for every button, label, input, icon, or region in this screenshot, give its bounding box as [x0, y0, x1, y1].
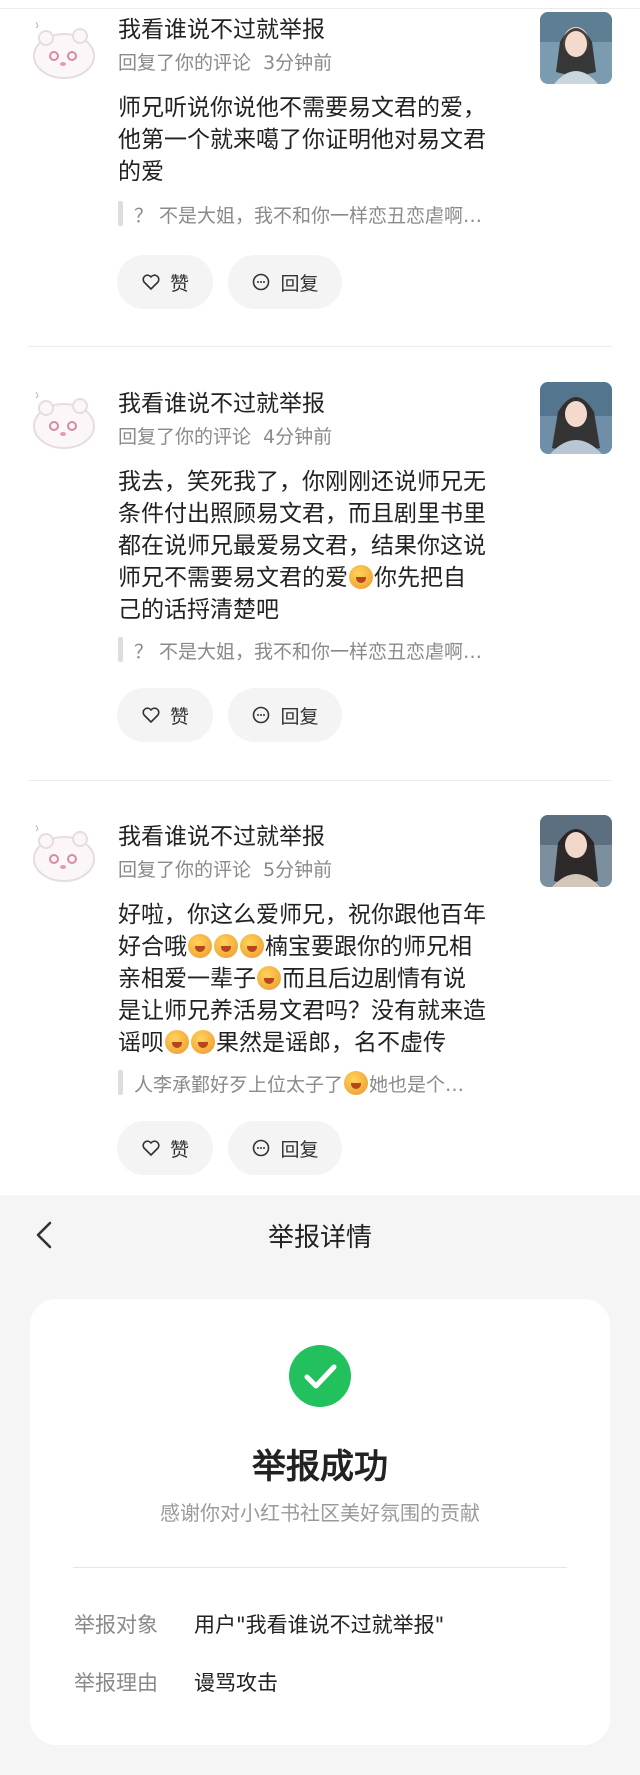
notification-action: 回复了你的评论: [118, 426, 252, 448]
divider: [28, 780, 612, 781]
reply-label: 回复: [280, 705, 319, 728]
reply-line: 条件付出照顾易文君，而且剧里书里: [118, 501, 486, 527]
reply-line: 好合哦 楠宝要跟你的师兄相: [118, 931, 518, 963]
reply-line: 的爱: [118, 159, 164, 185]
text-segment: 好合哦: [118, 934, 187, 960]
quoted-comment[interactable]: 人李承鄞好歹上位太子了 她也是个…: [118, 1067, 518, 1097]
chat-bubble-icon: [253, 706, 270, 724]
text-segment: 师兄不需要易文君的爱: [118, 565, 348, 591]
notification-time: 5分钟前: [263, 859, 333, 881]
laughing-emoji-icon: [214, 934, 238, 958]
report-reason-value: 谩骂攻击: [194, 1671, 278, 1695]
post-thumbnail[interactable]: [540, 12, 612, 84]
text-segment: 果然是谣郎，名不虚传: [216, 1030, 446, 1056]
notification-action: 回复了你的评论: [118, 52, 252, 74]
quoted-comment-text: ？ 不是大姐，我不和你一样恋丑恋虐啊…: [134, 205, 483, 227]
notification-feed: 我看谁说不过就举报 回复了你的评论 3分钟前 师兄听说你说他不需要易文君的爱， 他…: [0, 0, 640, 1195]
quote-bar: [118, 1070, 123, 1095]
laughing-emoji-icon: [191, 1030, 215, 1054]
reply-button[interactable]: 回复: [228, 255, 342, 309]
heart-outline-icon: [142, 707, 160, 723]
report-detail-panel: 举报详情 举报成功 感谢你对小红书社区美好氛围的贡献 举报对象 用户"我看谁说不…: [0, 1195, 640, 1775]
laughing-emoji-icon: [349, 565, 373, 589]
like-label: 赞: [169, 1138, 189, 1161]
text-segment: 你先把自: [374, 565, 466, 591]
reply-line: 谣呗 果然是谣郎，名不虚传: [118, 1027, 518, 1059]
text-segment: 而且后边剧情有说: [282, 966, 466, 992]
quoted-comment-text: ？ 不是大姐，我不和你一样恋丑恋虐啊…: [134, 641, 483, 663]
notification-action: 回复了你的评论: [118, 859, 252, 881]
notification-reply-text: 我去，笑死我了，你刚刚还说师兄无 条件付出照顾易文君，而且剧里书里 都在说师兄最…: [118, 466, 518, 626]
quote-bar: [118, 637, 123, 662]
laughing-emoji-icon: [344, 1071, 369, 1095]
reply-line: 己的话捋清楚吧: [118, 597, 279, 623]
text-segment: 楠宝要跟你的师兄相: [265, 934, 472, 960]
like-button[interactable]: 赞: [117, 255, 213, 309]
quoted-comment-text: 人李承鄞好歹上位太子了 她也是个…: [134, 1070, 464, 1097]
notification-meta: 回复了你的评论 4分钟前: [118, 422, 332, 449]
reply-line: 好啦，你这么爱师兄，祝你跟他百年: [118, 902, 486, 928]
text-segment: 谣呗: [118, 1030, 164, 1056]
check-circle-icon: [289, 1345, 351, 1407]
text-segment: 人李承鄞好歹上位太子了: [134, 1074, 344, 1096]
avatar[interactable]: [28, 12, 100, 84]
chat-bubble-icon: [253, 273, 270, 291]
report-status-title: 举报成功: [252, 1447, 388, 1487]
notification-time: 4分钟前: [263, 426, 333, 448]
like-label: 赞: [169, 705, 189, 728]
avatar[interactable]: [28, 815, 100, 887]
reply-label: 回复: [280, 272, 319, 295]
like-button[interactable]: 赞: [117, 688, 213, 742]
reply-line: 亲相爱一辈子 而且后边剧情有说: [118, 963, 518, 995]
reply-button[interactable]: 回复: [228, 688, 342, 742]
report-thanks-text: 感谢你对小红书社区美好氛围的贡献: [160, 1501, 480, 1525]
notification-username[interactable]: 我看谁说不过就举报: [118, 10, 325, 44]
text-segment: 她也是个…: [369, 1074, 465, 1096]
avatar[interactable]: [28, 382, 100, 454]
reply-button[interactable]: 回复: [228, 1121, 342, 1175]
divider: [73, 1567, 567, 1568]
like-label: 赞: [169, 272, 189, 295]
reply-line: 都在说师兄最爱易文君，结果你这说: [118, 533, 486, 559]
reply-line: 是让师兄养活易文君吗？没有就来造: [118, 998, 486, 1024]
reply-line: 师兄不需要易文君的爱 你先把自: [118, 562, 518, 594]
heart-outline-icon: [142, 1140, 160, 1156]
quoted-comment[interactable]: ？ 不是大姐，我不和你一样恋丑恋虐啊…: [118, 634, 518, 664]
notification-username[interactable]: 我看谁说不过就举报: [118, 384, 325, 418]
reply-label: 回复: [280, 1138, 319, 1161]
quoted-comment[interactable]: ？ 不是大姐，我不和你一样恋丑恋虐啊…: [118, 198, 518, 228]
chat-bubble-icon: [253, 1139, 270, 1157]
laughing-emoji-icon: [257, 966, 281, 990]
divider: [28, 346, 612, 347]
report-target-label: 举报对象: [74, 1613, 158, 1637]
notification-time: 3分钟前: [263, 52, 333, 74]
heart-outline-icon: [142, 274, 160, 290]
reply-line: 师兄听说你说他不需要易文君的爱，: [118, 95, 486, 121]
quote-bar: [118, 201, 123, 226]
page-title: 举报详情: [267, 1223, 372, 1253]
like-button[interactable]: 赞: [117, 1121, 213, 1175]
post-thumbnail[interactable]: [540, 382, 612, 454]
notification-meta: 回复了你的评论 5分钟前: [118, 855, 332, 882]
post-thumbnail[interactable]: [540, 815, 612, 887]
laughing-emoji-icon: [165, 1030, 189, 1054]
notification-meta: 回复了你的评论 3分钟前: [118, 48, 332, 75]
reply-line: 他第一个就来噶了你证明他对易文君: [118, 127, 486, 153]
report-target-value: 用户"我看谁说不过就举报": [194, 1613, 445, 1637]
laughing-emoji-icon: [188, 934, 212, 958]
report-reason-label: 举报理由: [74, 1671, 158, 1695]
laughing-emoji-icon: [240, 934, 264, 958]
notification-username[interactable]: 我看谁说不过就举报: [118, 817, 325, 851]
notification-reply-text: 好啦，你这么爱师兄，祝你跟他百年 好合哦 楠宝要跟你的师兄相 亲相爱一辈子 而且后边…: [118, 899, 518, 1059]
notification-reply-text: 师兄听说你说他不需要易文君的爱， 他第一个就来噶了你证明他对易文君 的爱: [118, 92, 518, 188]
text-segment: 亲相爱一辈子: [118, 966, 256, 992]
report-result-card: 举报成功 感谢你对小红书社区美好氛围的贡献 举报对象 用户"我看谁说不过就举报"…: [30, 1299, 610, 1745]
reply-line: 我去，笑死我了，你刚刚还说师兄无: [118, 469, 486, 495]
